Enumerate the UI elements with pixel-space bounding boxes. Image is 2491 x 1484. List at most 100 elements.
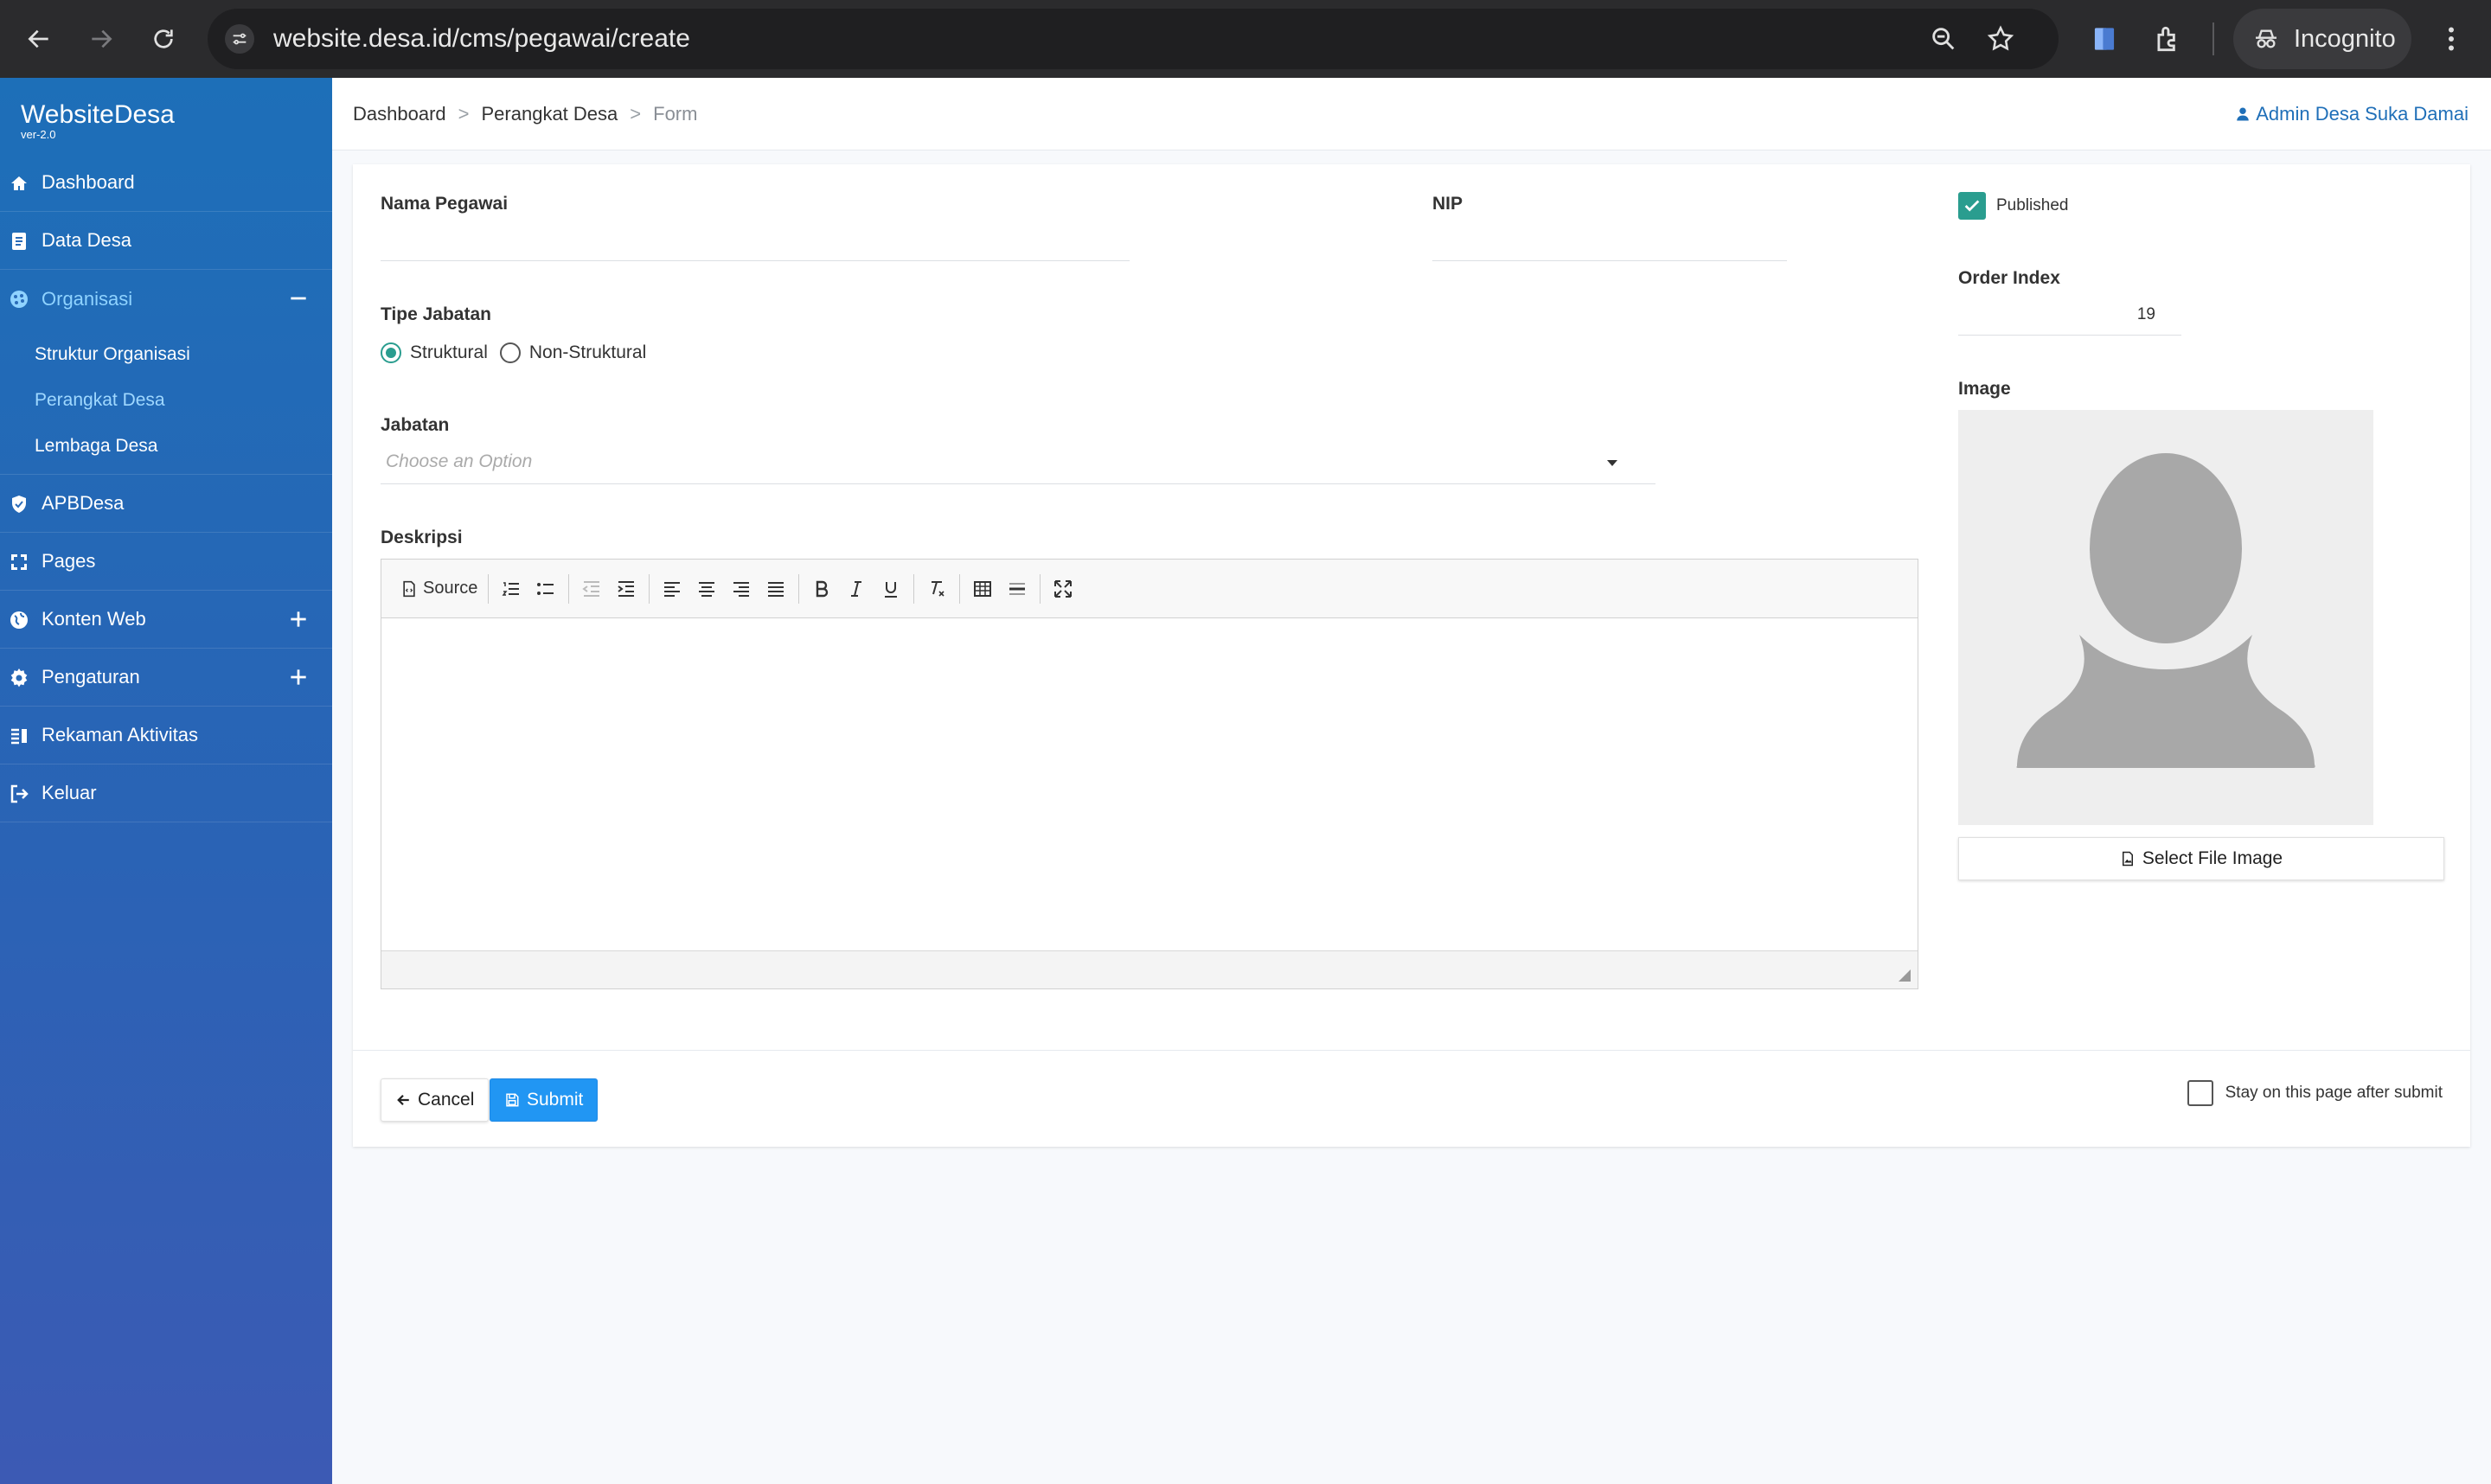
toolbar-divider [2212, 22, 2214, 55]
published-label: Published [1996, 196, 2069, 214]
published-toggle[interactable]: Published [1958, 192, 2068, 220]
sidebar-item-pengaturan[interactable]: Pengaturan [0, 649, 332, 707]
source-label: Source [423, 579, 478, 598]
address-bar[interactable]: website.desa.id/cms/pegawai/create [208, 9, 2059, 69]
maximize-icon [1054, 579, 1073, 598]
radio-non-struktural-button[interactable] [499, 342, 521, 363]
browser-chrome: website.desa.id/cms/pegawai/create Incog… [0, 0, 2491, 78]
nama-pegawai-input[interactable] [381, 221, 1130, 261]
breadcrumb-form: Form [653, 103, 698, 125]
horizontal-line-button[interactable] [1000, 572, 1034, 606]
sidebar-item-konten-web[interactable]: Konten Web [0, 591, 332, 649]
document-icon [12, 233, 26, 250]
radio-non-struktural[interactable]: Non-Struktural [499, 342, 647, 363]
radio-non-struktural-label: Non-Struktural [528, 342, 647, 362]
site-settings-icon[interactable] [225, 24, 254, 54]
image-preview [1958, 410, 2373, 825]
sidebar-item-label: Konten Web [42, 608, 146, 630]
bookmark-star-icon[interactable] [1986, 24, 2015, 54]
sidebar-subitem-lembaga-desa[interactable]: Lembaga Desa [0, 423, 332, 469]
italic-button[interactable] [839, 572, 874, 606]
user-menu[interactable]: Admin Desa Suka Damai [2235, 78, 2469, 150]
sidebar-item-label: Dashboard [42, 171, 135, 193]
numbered-list-button[interactable] [494, 572, 528, 606]
sidebar-item-rekaman-aktivitas[interactable]: Rekaman Aktivitas [0, 707, 332, 764]
arrow-left-icon [397, 1094, 409, 1106]
breadcrumb-separator: > [458, 103, 470, 125]
gear-icon [10, 668, 28, 688]
zoom-icon[interactable] [1929, 24, 1958, 54]
sidebar-item-organisasi[interactable]: Organisasi [0, 270, 332, 328]
radio-struktural-button[interactable] [381, 342, 401, 363]
sidebar-subitem-perangkat-desa[interactable]: Perangkat Desa [0, 377, 332, 423]
jabatan-select[interactable]: Choose an Option [381, 441, 1655, 484]
radio-struktural[interactable]: Struktural [381, 342, 488, 363]
sidebar-item-data-desa[interactable]: Data Desa [0, 212, 332, 270]
sidebar-item-pages[interactable]: Pages [0, 533, 332, 591]
sidebar-item-label: APBDesa [42, 492, 125, 514]
reload-button[interactable] [142, 17, 185, 61]
order-index-input[interactable] [1958, 294, 2181, 336]
published-checkbox[interactable] [1958, 192, 1986, 220]
incognito-badge[interactable]: Incognito [2233, 9, 2411, 69]
nama-pegawai-label: Nama Pegawai [381, 194, 509, 214]
arrow-right-icon [92, 29, 112, 48]
reading-list-icon[interactable] [2088, 22, 2121, 55]
align-center-button[interactable] [689, 572, 724, 606]
stay-on-page-toggle[interactable]: Stay on this page after submit [2187, 1080, 2443, 1106]
sidebar-item-dashboard[interactable]: Dashboard [0, 154, 332, 212]
sidebar-item-label: Organisasi [42, 287, 133, 310]
chevron-down-icon [1607, 460, 1617, 466]
sidebar-subitem-struktur-organisasi[interactable]: Struktur Organisasi [0, 331, 332, 377]
submit-button[interactable]: Submit [490, 1078, 599, 1122]
collapse-minus-icon[interactable] [287, 287, 310, 310]
browser-menu-icon[interactable] [2436, 21, 2467, 57]
resize-grip-icon[interactable] [1899, 969, 1911, 982]
toolbar-separator [959, 573, 961, 604]
editor-toolbar: Source [381, 560, 1918, 618]
stay-on-page-label: Stay on this page after submit [2225, 1084, 2443, 1102]
source-icon [403, 580, 415, 597]
table-icon [974, 580, 992, 597]
extensions-icon[interactable] [2152, 22, 2185, 55]
expand-plus-icon[interactable] [287, 608, 310, 630]
breadcrumb-perangkat-desa[interactable]: Perangkat Desa [482, 103, 618, 125]
organisasi-submenu: Struktur Organisasi Perangkat Desa Lemba… [0, 328, 332, 475]
avatar-placeholder-icon [2016, 453, 2315, 768]
table-button[interactable] [965, 572, 1000, 606]
remove-format-icon [932, 580, 945, 597]
nip-input[interactable] [1432, 221, 1787, 261]
sidebar-item-keluar[interactable]: Keluar [0, 764, 332, 822]
maximize-button[interactable] [1046, 572, 1080, 606]
forward-button[interactable] [80, 17, 123, 61]
brand[interactable]: WebsiteDesa ver-2.0 [21, 100, 175, 141]
bold-icon [816, 580, 829, 597]
sidebar-item-apbdesa[interactable]: APBDesa [0, 475, 332, 533]
underline-button[interactable] [874, 572, 908, 606]
bulleted-list-button[interactable] [528, 572, 563, 606]
align-right-button[interactable] [724, 572, 759, 606]
sidebar-item-label: Rekaman Aktivitas [42, 724, 198, 745]
align-left-button[interactable] [655, 572, 689, 606]
reload-icon [154, 29, 173, 48]
expand-plus-icon[interactable] [287, 666, 310, 688]
incognito-label: Incognito [2294, 24, 2396, 53]
sidebar-item-label: Pages [42, 550, 96, 572]
editor-content-area[interactable] [381, 618, 1918, 950]
outdent-button[interactable] [574, 572, 609, 606]
select-file-image-button[interactable]: Select File Image [1958, 837, 2444, 880]
breadcrumb-dashboard[interactable]: Dashboard [353, 103, 446, 125]
cancel-button[interactable]: Cancel [381, 1078, 490, 1122]
stay-on-page-checkbox[interactable] [2187, 1080, 2213, 1106]
back-button[interactable] [17, 17, 61, 61]
indent-button[interactable] [609, 572, 644, 606]
submit-label: Submit [527, 1090, 584, 1110]
bold-button[interactable] [804, 572, 839, 606]
indent-icon [618, 580, 635, 597]
remove-format-button[interactable] [919, 572, 954, 606]
rich-text-editor: Source [381, 559, 1918, 989]
breadcrumb: Dashboard > Perangkat Desa > Form [353, 78, 697, 150]
url-text[interactable]: website.desa.id/cms/pegawai/create [273, 9, 690, 69]
align-justify-button[interactable] [759, 572, 793, 606]
source-button[interactable]: Source [395, 572, 483, 606]
